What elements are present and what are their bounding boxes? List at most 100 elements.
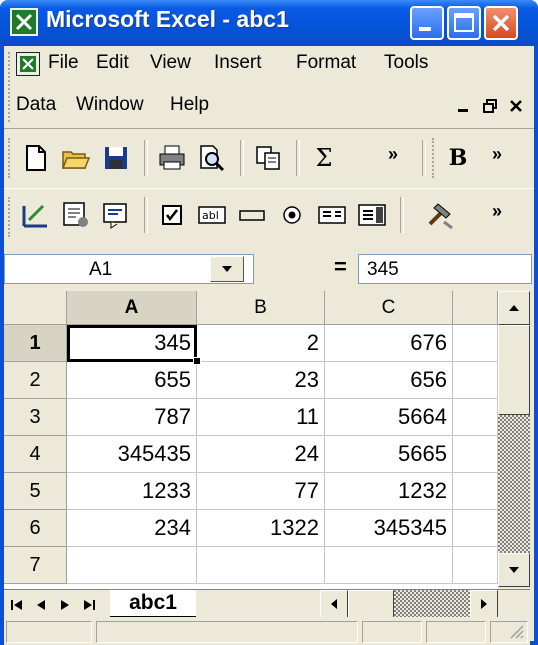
cell-a4[interactable]: 345435: [67, 436, 197, 473]
row-header[interactable]: 3: [4, 399, 67, 436]
horizontal-scrollbar[interactable]: [320, 590, 498, 618]
combobox-control-button[interactable]: [354, 197, 390, 233]
vertical-scroll-track[interactable]: [498, 415, 530, 553]
menu-window[interactable]: Window: [76, 94, 144, 116]
print-button[interactable]: [154, 140, 190, 176]
autosum-button[interactable]: Σ: [306, 140, 342, 176]
column-header-c[interactable]: C: [325, 291, 453, 325]
cell-a3[interactable]: 787: [67, 399, 197, 436]
formula-input[interactable]: 345: [358, 254, 532, 284]
menu-view[interactable]: View: [150, 52, 191, 74]
copy-button[interactable]: [250, 140, 286, 176]
cell-b1[interactable]: 2: [197, 325, 325, 362]
toolbar-options-chevron-icon[interactable]: »: [388, 144, 398, 165]
column-header-a[interactable]: A: [67, 291, 197, 325]
command-button-control-button[interactable]: [234, 197, 270, 233]
row-header[interactable]: 6: [4, 510, 67, 547]
menu-data[interactable]: Data: [16, 94, 56, 116]
cell-a5[interactable]: 1233: [67, 473, 197, 510]
column-header-d[interactable]: [453, 291, 498, 325]
select-all-corner[interactable]: [4, 291, 67, 325]
cell-c6[interactable]: 345345: [325, 510, 453, 547]
cell-d2[interactable]: [453, 362, 498, 399]
cell-a1-active[interactable]: 345: [67, 325, 197, 362]
cell-c1[interactable]: 676: [325, 325, 453, 362]
option-button-control-button[interactable]: [274, 197, 310, 233]
menu-format[interactable]: Format: [296, 52, 356, 74]
horizontal-scroll-track[interactable]: [348, 590, 470, 618]
more-controls-button[interactable]: [422, 197, 458, 233]
scroll-right-button[interactable]: [470, 590, 498, 618]
cell-d6[interactable]: [453, 510, 498, 547]
last-sheet-button[interactable]: [78, 592, 100, 618]
view-code-button[interactable]: [98, 197, 134, 233]
menu-insert[interactable]: Insert: [214, 52, 262, 74]
cell-b5[interactable]: 77: [197, 473, 325, 510]
properties-button[interactable]: [58, 197, 94, 233]
doc-minimize-button[interactable]: [452, 92, 476, 120]
minimize-button[interactable]: [410, 6, 444, 40]
cell-a6[interactable]: 234: [67, 510, 197, 547]
cell-b4[interactable]: 24: [197, 436, 325, 473]
menu-grip[interactable]: [8, 52, 13, 122]
cell-a7[interactable]: [67, 547, 197, 584]
cell-d5[interactable]: [453, 473, 498, 510]
name-box-dropdown[interactable]: [210, 256, 244, 282]
prev-sheet-button[interactable]: [30, 592, 52, 618]
row-header[interactable]: 7: [4, 547, 67, 584]
cell-d3[interactable]: [453, 399, 498, 436]
fill-handle[interactable]: [193, 357, 201, 365]
menu-help[interactable]: Help: [170, 94, 209, 116]
new-button[interactable]: [18, 140, 54, 176]
bold-button[interactable]: B: [440, 140, 476, 176]
cell-c7[interactable]: [325, 547, 453, 584]
row-header[interactable]: 2: [4, 362, 67, 399]
cell-c3[interactable]: 5664: [325, 399, 453, 436]
open-button[interactable]: [58, 140, 94, 176]
cell-c5[interactable]: 1232: [325, 473, 453, 510]
cell-d7[interactable]: [453, 547, 498, 584]
scroll-down-button[interactable]: [498, 553, 530, 587]
cell-b7[interactable]: [197, 547, 325, 584]
cell-b3[interactable]: 11: [197, 399, 325, 436]
cell-d1[interactable]: [453, 325, 498, 362]
menu-edit[interactable]: Edit: [96, 52, 129, 74]
row-header[interactable]: 1: [4, 325, 67, 362]
title-bar[interactable]: Microsoft Excel - abc1: [0, 0, 538, 46]
formula-equals-button[interactable]: =: [334, 254, 347, 280]
cell-c2[interactable]: 656: [325, 362, 453, 399]
menu-file[interactable]: File: [48, 52, 79, 74]
listbox-control-button[interactable]: [314, 197, 350, 233]
doc-restore-button[interactable]: [478, 92, 502, 120]
design-mode-button[interactable]: [18, 197, 54, 233]
vertical-scrollbar[interactable]: [498, 291, 530, 589]
toolbar-grip[interactable]: [8, 138, 13, 178]
checkbox-control-button[interactable]: [154, 197, 190, 233]
resize-grip-pane[interactable]: [490, 621, 528, 643]
textbox-control-button[interactable]: abl: [194, 197, 230, 233]
toolbar-options-chevron-icon[interactable]: »: [492, 144, 502, 165]
print-preview-button[interactable]: [194, 140, 230, 176]
scroll-left-button[interactable]: [320, 590, 348, 618]
row-header[interactable]: 4: [4, 436, 67, 473]
cell-c4[interactable]: 5665: [325, 436, 453, 473]
save-button[interactable]: [98, 140, 134, 176]
cell-b2[interactable]: 23: [197, 362, 325, 399]
workbook-icon[interactable]: [16, 52, 40, 76]
cell-d4[interactable]: [453, 436, 498, 473]
first-sheet-button[interactable]: [6, 592, 28, 618]
toolbar-grip[interactable]: [8, 197, 13, 237]
doc-close-button[interactable]: [504, 92, 528, 120]
toolbar-grip[interactable]: [432, 138, 437, 178]
close-button[interactable]: [484, 6, 518, 40]
horizontal-scroll-thumb[interactable]: [348, 590, 394, 618]
cell-a2[interactable]: 655: [67, 362, 197, 399]
cell-b6[interactable]: 1322: [197, 510, 325, 547]
sheet-tab-abc1[interactable]: abc1: [110, 590, 196, 617]
menu-tools[interactable]: Tools: [384, 52, 428, 74]
row-header[interactable]: 5: [4, 473, 67, 510]
column-header-b[interactable]: B: [197, 291, 325, 325]
maximize-button[interactable]: [447, 6, 481, 40]
toolbar-options-chevron-icon[interactable]: »: [492, 201, 502, 222]
excel-app-icon[interactable]: [10, 8, 38, 36]
